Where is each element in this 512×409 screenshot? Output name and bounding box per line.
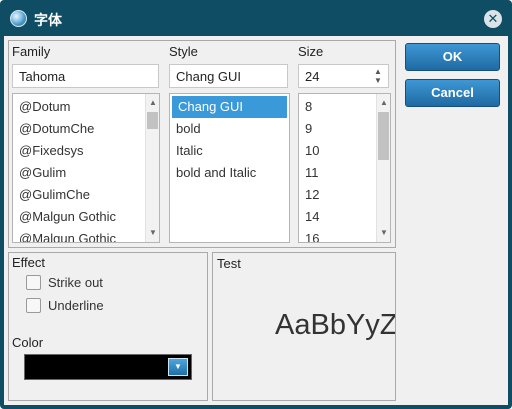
size-input[interactable]: 24 ▲ ▼ xyxy=(298,64,389,88)
list-item[interactable]: @Gulim xyxy=(13,162,159,184)
list-item[interactable]: Italic xyxy=(170,140,289,162)
font-selection-group: Family Style Size Tahoma Chang GUI 24 ▲ ▼… xyxy=(8,40,396,248)
list-item[interactable]: @Dotum xyxy=(13,96,159,118)
underline-label: Underline xyxy=(48,298,104,313)
list-item[interactable]: @GulimChe xyxy=(13,184,159,206)
family-scrollbar[interactable]: ▲ ▼ xyxy=(145,94,159,242)
family-input[interactable]: Tahoma xyxy=(12,64,159,88)
preview-area: AaBbYyZz xyxy=(213,253,395,400)
title-bar[interactable]: 字体 ✕ xyxy=(0,0,512,36)
preview-text: AaBbYyZz xyxy=(275,309,395,341)
list-item[interactable]: @Malgun Gothic xyxy=(13,228,159,242)
color-picker[interactable]: ▼ xyxy=(24,354,192,380)
family-label: Family xyxy=(12,44,51,59)
style-input[interactable]: Chang GUI xyxy=(169,64,288,88)
strikeout-checkbox[interactable] xyxy=(26,275,41,290)
dropdown-arrow-icon[interactable]: ▼ xyxy=(168,358,188,376)
list-item-selected[interactable]: Chang GUI xyxy=(172,96,287,118)
dialog-title: 字体 xyxy=(34,13,62,29)
globe-icon xyxy=(10,10,27,27)
scroll-thumb[interactable] xyxy=(378,112,389,160)
test-group: Test AaBbYyZz xyxy=(212,252,396,401)
size-spin-icon[interactable]: ▲ ▼ xyxy=(373,67,383,85)
color-label: Color xyxy=(12,335,44,350)
scroll-down-icon[interactable]: ▼ xyxy=(377,226,390,240)
family-list[interactable]: @Dotum @DotumChe @Fixedsys @Gulim @Gulim… xyxy=(12,93,160,243)
close-icon[interactable]: ✕ xyxy=(484,10,502,28)
style-list[interactable]: Chang GUI bold Italic bold and Italic xyxy=(169,93,290,243)
list-item[interactable]: @Malgun Gothic xyxy=(13,206,159,228)
list-item[interactable]: bold xyxy=(170,118,289,140)
scroll-up-icon[interactable]: ▲ xyxy=(377,96,390,110)
strikeout-label: Strike out xyxy=(48,275,103,290)
font-dialog: 字体 ✕ Family Style Size Tahoma Chang GUI … xyxy=(0,0,512,409)
scroll-up-icon[interactable]: ▲ xyxy=(146,96,159,110)
size-label: Size xyxy=(298,44,324,59)
scroll-thumb[interactable] xyxy=(147,112,158,129)
size-list[interactable]: 8 9 10 11 12 14 16 ▲ ▼ xyxy=(298,93,391,243)
scroll-down-icon[interactable]: ▼ xyxy=(146,226,159,240)
list-item[interactable]: bold and Italic xyxy=(170,162,289,184)
size-scrollbar[interactable]: ▲ ▼ xyxy=(376,94,390,242)
style-label: Style xyxy=(169,44,198,59)
effect-label: Effect xyxy=(12,255,46,270)
dialog-client: Family Style Size Tahoma Chang GUI 24 ▲ ▼… xyxy=(4,36,508,405)
cancel-button[interactable]: Cancel xyxy=(405,79,500,107)
ok-button[interactable]: OK xyxy=(405,43,500,71)
list-item[interactable]: @Fixedsys xyxy=(13,140,159,162)
size-value: 24 xyxy=(305,69,320,84)
underline-checkbox[interactable] xyxy=(26,298,41,313)
list-item[interactable]: @DotumChe xyxy=(13,118,159,140)
